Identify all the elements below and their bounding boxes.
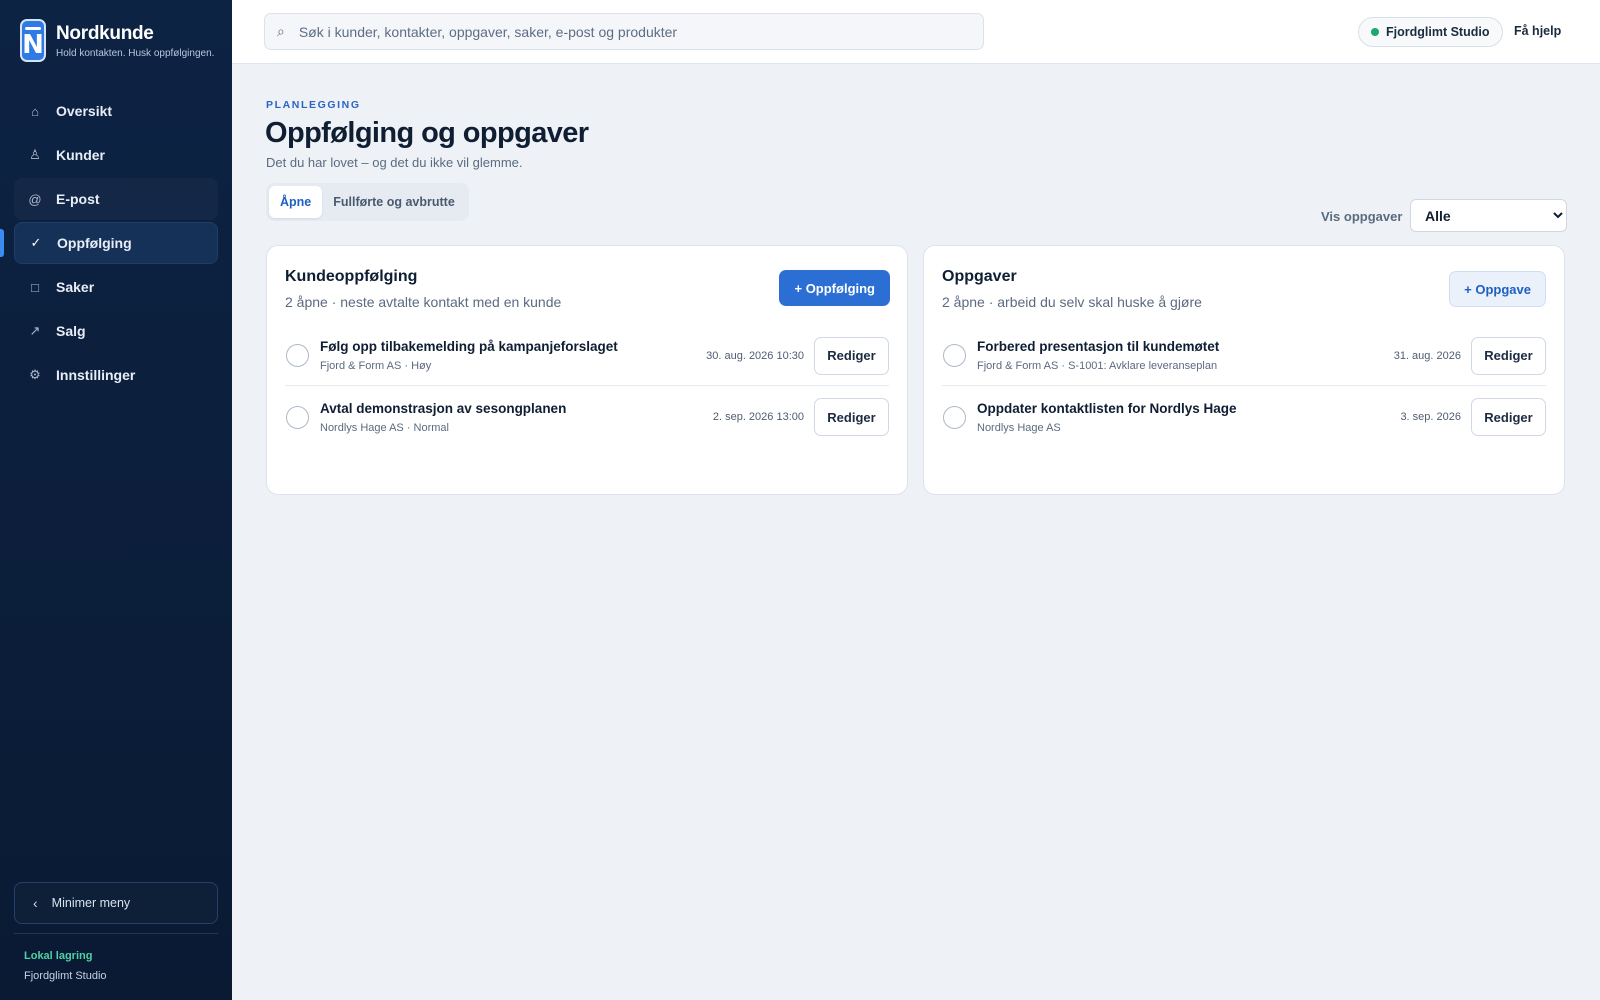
followup-meta: Nordlys Hage AS · Normal [320, 421, 449, 434]
global-search[interactable]: ⌕ [264, 13, 984, 50]
sidebar-item-label: Oppfølging [57, 235, 132, 251]
tasks-card-subtitle: 2 åpne · arbeid du selv skal huske å gjø… [942, 294, 1202, 310]
search-icon: ⌕ [277, 23, 285, 39]
organization-badge[interactable]: Fjordglimt Studio [1358, 17, 1504, 47]
followup-card-title: Kundeoppfølging [285, 268, 418, 285]
home-icon: ⌂ [31, 103, 39, 119]
sidebar-item-saker[interactable]: □ Saker [14, 266, 218, 308]
storage-org-name: Fjordglimt Studio [24, 970, 107, 982]
page-subtitle: Det du har lovet – og det du ikke vil gl… [266, 155, 523, 170]
sidebar-item-oppfolging[interactable]: ✓ Oppfølging [14, 222, 218, 264]
sidebar-nav: ⌂ Oversikt ♙ Kunder @ E-post ✓ Oppfølgin… [14, 90, 218, 398]
trend-arrow-icon: ↗ [29, 323, 41, 338]
sidebar-item-salg[interactable]: ↗ Salg [14, 310, 218, 352]
check-icon: ✓ [30, 235, 42, 250]
complete-checkbox[interactable] [286, 344, 309, 367]
edit-button[interactable]: Rediger [1471, 398, 1546, 436]
add-followup-button[interactable]: + Oppfølging [779, 270, 890, 306]
help-link[interactable]: Få hjelp [1514, 24, 1561, 38]
sidebar-item-oversikt[interactable]: ⌂ Oversikt [14, 90, 218, 132]
page-eyebrow: PLANLEGGING [266, 99, 361, 111]
task-meta: Fjord & Form AS · S-1001: Avklare levera… [977, 360, 1218, 372]
task-title: Forbered presentasjon til kundemøtet [977, 339, 1220, 354]
page-title: Oppfølging og oppgaver [265, 117, 589, 149]
organization-name: Fjordglimt Studio [1386, 25, 1490, 39]
complete-checkbox[interactable] [943, 344, 966, 367]
followup-row: Avtal demonstrasjon av sesongplanen Nord… [285, 387, 889, 447]
followup-row: Følg opp tilbakemelding på kampanjeforsl… [285, 326, 889, 386]
status-tabs: Åpne Fullførte og avbrutte [266, 183, 469, 221]
sidebar-item-e-post[interactable]: @ E-post [14, 178, 218, 220]
tab-open[interactable]: Åpne [269, 186, 323, 218]
brand[interactable]: N Nordkunde Hold kontakten. Husk oppfølg… [20, 19, 214, 62]
at-icon: @ [28, 191, 42, 207]
add-task-button[interactable]: + Oppgave [1449, 271, 1546, 307]
collapse-menu-button[interactable]: ‹ Minimer meny [14, 882, 218, 924]
followup-title: Avtal demonstrasjon av sesongplanen [320, 400, 567, 416]
task-filter-label: Vis oppgaver [1321, 209, 1403, 224]
sidebar-divider [14, 933, 218, 934]
task-date: 3. sep. 2026 [1400, 411, 1461, 423]
sidebar-item-label: Kunder [56, 147, 105, 163]
gear-icon: ⚙ [29, 367, 41, 382]
nordkunde-logo-icon: N [20, 19, 46, 62]
task-row: Oppdater kontaktlisten for Nordlys Hage … [942, 387, 1546, 447]
square-icon: □ [31, 279, 39, 295]
tab-completed-cancelled[interactable]: Fullførte og avbrutte [322, 186, 466, 218]
active-nav-marker [0, 229, 4, 257]
followup-meta: Fjord & Form AS · Høy [320, 360, 432, 372]
edit-button[interactable]: Rediger [1471, 336, 1546, 375]
person-icon: ♙ [29, 147, 41, 162]
followup-date: 30. aug. 2026 10:30 [706, 349, 804, 362]
sidebar: N Nordkunde Hold kontakten. Husk oppfølg… [0, 0, 232, 1000]
sidebar-item-label: Salg [56, 323, 86, 339]
sidebar-item-innstillinger[interactable]: ⚙ Innstillinger [14, 354, 218, 396]
complete-checkbox[interactable] [286, 405, 309, 429]
followup-card: Kundeoppfølging 2 åpne · neste avtalte k… [266, 245, 908, 495]
brand-name: Nordkunde [56, 22, 154, 44]
edit-button[interactable]: Rediger [814, 336, 889, 375]
sidebar-item-label: E-post [56, 191, 100, 207]
task-title: Oppdater kontaktlisten for Nordlys Hage [977, 400, 1237, 416]
sidebar-item-kunder[interactable]: ♙ Kunder [14, 134, 218, 176]
task-row: Forbered presentasjon til kundemøtet Fjo… [942, 326, 1546, 386]
storage-status-title: Lokal lagring [24, 950, 93, 962]
complete-checkbox[interactable] [943, 405, 966, 429]
chevron-left-icon: ‹ [33, 895, 38, 911]
topbar: ⌕ Fjordglimt Studio Få hjelp [232, 0, 1600, 64]
sidebar-item-label: Saker [56, 279, 95, 295]
task-meta: Nordlys Hage AS [977, 421, 1061, 434]
followup-title: Følg opp tilbakemelding på kampanjeforsl… [320, 339, 618, 354]
collapse-menu-label: Minimer meny [51, 896, 131, 910]
task-filter-select[interactable]: Alle [1410, 199, 1567, 232]
sidebar-item-label: Innstillinger [56, 367, 136, 383]
search-input[interactable] [298, 23, 959, 40]
online-status-dot [1371, 28, 1379, 36]
task-date: 31. aug. 2026 [1393, 349, 1461, 362]
brand-tagline: Hold kontakten. Husk oppfølgingen. [56, 47, 215, 59]
tasks-card: Oppgaver 2 åpne · arbeid du selv skal hu… [923, 245, 1565, 495]
logo-letter: N [22, 29, 44, 60]
followup-card-subtitle: 2 åpne · neste avtalte kontakt med en ku… [285, 294, 562, 310]
followup-date: 2. sep. 2026 13:00 [712, 411, 804, 423]
edit-button[interactable]: Rediger [814, 398, 889, 436]
tasks-card-title: Oppgaver [942, 268, 1017, 285]
sidebar-item-label: Oversikt [56, 103, 113, 119]
